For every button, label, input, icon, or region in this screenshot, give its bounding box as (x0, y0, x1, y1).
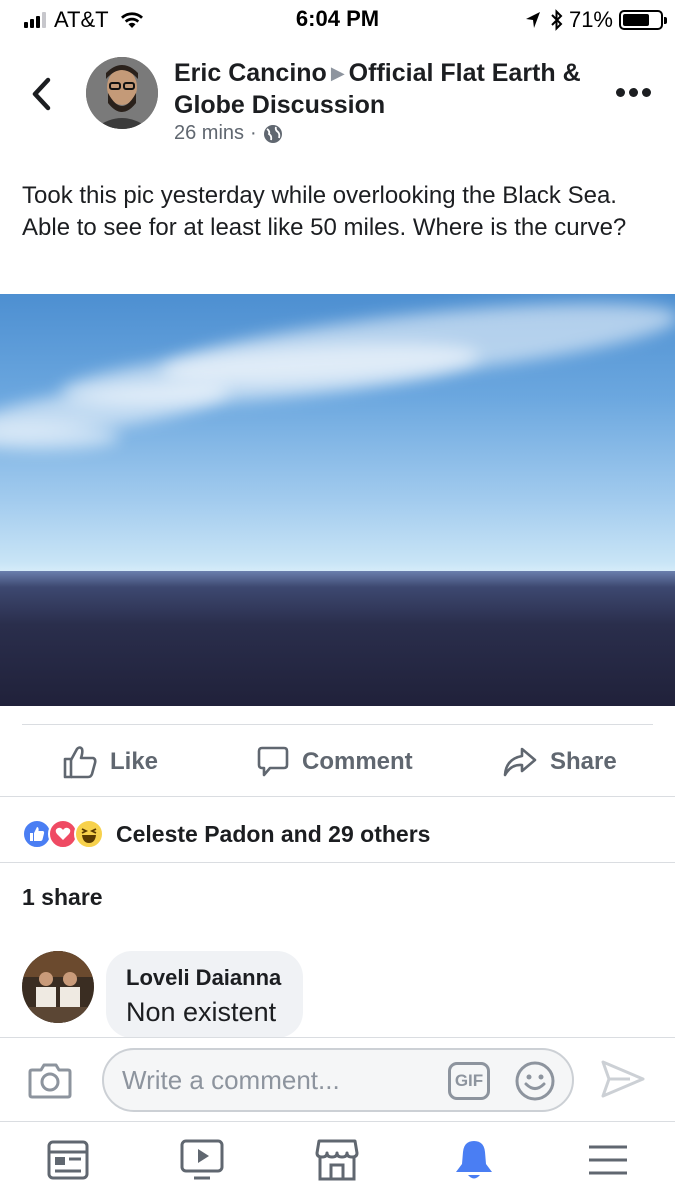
send-icon[interactable] (600, 1058, 646, 1100)
haha-reaction-icon (74, 819, 104, 849)
emoji-icon[interactable] (514, 1060, 556, 1102)
bluetooth-icon (551, 9, 563, 31)
comment-text: Non existent (126, 997, 277, 1027)
marketplace-icon (315, 1139, 359, 1181)
battery-percent: 71% (568, 7, 613, 32)
status-bar: AT&T 6:04 PM 71% (0, 0, 675, 38)
post-timestamp[interactable]: 26 mins (174, 122, 244, 145)
more-options-icon[interactable] (612, 88, 651, 97)
meta-separator: · (250, 122, 257, 144)
divider (22, 724, 653, 725)
divider (0, 796, 675, 797)
comment-bubble-icon (257, 746, 289, 777)
post-meta: 26 mins · (174, 122, 283, 145)
share-arrow-icon (503, 747, 537, 777)
author-avatar[interactable] (86, 57, 158, 129)
globe-icon (263, 124, 282, 143)
commenter-avatar-image (22, 951, 94, 1023)
menu-icon (589, 1145, 627, 1175)
notifications-tab[interactable] (452, 1138, 496, 1182)
news-feed-tab[interactable] (46, 1138, 90, 1182)
sea-horizon (0, 571, 675, 706)
menu-tab[interactable] (586, 1138, 630, 1182)
comment-author[interactable]: Loveli Daianna (126, 965, 281, 991)
share-button[interactable]: Share (502, 740, 617, 784)
back-icon[interactable] (26, 74, 58, 114)
divider (0, 862, 675, 863)
post-photo[interactable] (0, 294, 675, 706)
camera-icon[interactable] (28, 1060, 72, 1100)
reactions-text: Celeste Padon and 29 others (116, 820, 431, 847)
notifications-icon (456, 1141, 492, 1179)
commenter-avatar[interactable] (22, 951, 94, 1023)
shares-count[interactable]: 1 share (22, 884, 103, 911)
watch-tab[interactable] (180, 1138, 224, 1182)
marketplace-tab[interactable] (315, 1138, 359, 1182)
like-label: Like (110, 748, 159, 775)
comment-input[interactable] (122, 1060, 422, 1100)
comment-label: Comment (302, 748, 413, 775)
post-author-line: Eric Cancino ▶ Official Flat Earth & Globe… (174, 58, 604, 120)
news-feed-icon (47, 1140, 89, 1180)
like-button[interactable]: Like (62, 740, 158, 784)
location-icon (525, 12, 540, 28)
author-name[interactable]: Eric Cancino (174, 59, 327, 87)
author-avatar-image (86, 57, 158, 129)
post-text: Took this pic yesterday while overlookin… (22, 182, 627, 241)
comment-composer: GIF (0, 1037, 675, 1121)
bottom-tab-bar (0, 1121, 675, 1200)
comment-button[interactable]: Comment (256, 740, 413, 784)
battery-fill (623, 14, 649, 26)
comment-bubble[interactable]: Loveli Daianna Non existent (106, 951, 304, 1038)
gif-button[interactable]: GIF (448, 1062, 490, 1100)
post-actions: Like Comment Share (0, 730, 675, 794)
thumbs-up-icon (63, 746, 97, 779)
reactions-summary[interactable]: Celeste Padon and 29 others (22, 808, 430, 860)
post-header: Eric Cancino ▶ Official Flat Earth & Globe… (0, 52, 675, 162)
share-to-arrow-icon: ▶ (330, 63, 345, 83)
share-label: Share (550, 748, 617, 775)
battery-icon (619, 10, 667, 30)
reaction-icons (22, 819, 104, 849)
watch-icon (180, 1139, 224, 1180)
comment-input-box[interactable]: GIF (102, 1048, 574, 1112)
